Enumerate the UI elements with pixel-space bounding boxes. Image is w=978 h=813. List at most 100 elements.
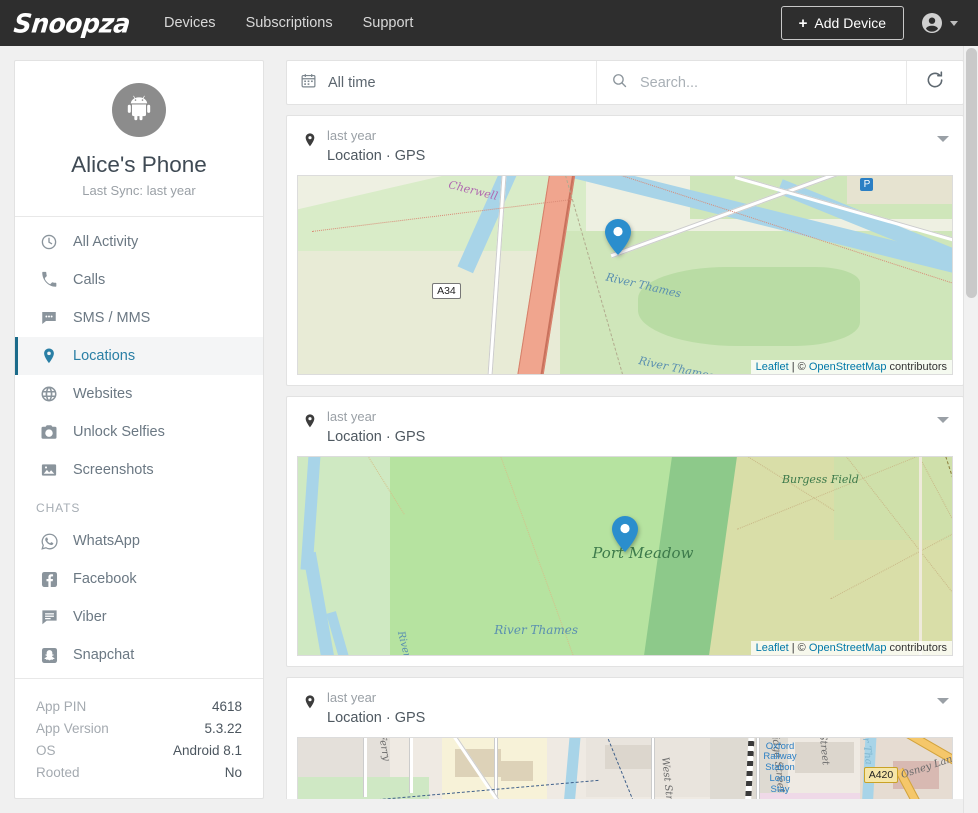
nav-link-subscriptions[interactable]: Subscriptions bbox=[246, 15, 333, 31]
location-source: Location · GPS bbox=[327, 709, 426, 726]
scrollbar-thumb[interactable] bbox=[966, 48, 977, 298]
sidebar-item-viber[interactable]: Viber bbox=[15, 598, 263, 636]
map-attribution: Leaflet | © OpenStreetMap contributors bbox=[750, 640, 952, 655]
road-shield-a34: A34 bbox=[432, 282, 461, 299]
nav-link-support[interactable]: Support bbox=[363, 15, 414, 31]
sidebar-item-facebook[interactable]: Facebook bbox=[15, 560, 263, 598]
globe-icon bbox=[39, 384, 59, 404]
device-info-key: App Version bbox=[36, 720, 109, 736]
location-timestamp: last year bbox=[327, 408, 377, 424]
location-card-text: last year Location · GPS bbox=[321, 408, 937, 448]
chevron-down-icon[interactable] bbox=[937, 136, 949, 142]
sidebar-menu: All Activity Calls SMS / MMS Locations W… bbox=[15, 217, 263, 679]
leaflet-link[interactable]: Leaflet bbox=[756, 642, 789, 654]
sidebar-item-sms-mms[interactable]: SMS / MMS bbox=[15, 299, 263, 337]
android-robot-icon bbox=[125, 94, 153, 127]
location-card-header: last year Location · GPS bbox=[287, 397, 963, 456]
add-device-button[interactable]: + Add Device bbox=[780, 6, 904, 40]
sidebar-item-all-activity[interactable]: All Activity bbox=[15, 223, 263, 261]
location-card: last year Location · GPS bbox=[286, 395, 964, 667]
message-icon bbox=[39, 308, 59, 328]
sidebar-item-label: All Activity bbox=[73, 234, 139, 250]
map-tiles: P Cherwell River Thames River Thames A34 bbox=[298, 175, 952, 374]
sidebar-item-label: WhatsApp bbox=[73, 533, 140, 549]
device-info-panel: App PIN 4618 App Version 5.3.22 OS Andro… bbox=[15, 679, 263, 798]
calendar-icon bbox=[300, 72, 317, 94]
sidebar-item-label: SMS / MMS bbox=[73, 310, 151, 326]
sidebar-item-label: Screenshots bbox=[73, 462, 154, 478]
account-menu[interactable] bbox=[920, 11, 964, 35]
add-device-label: Add Device bbox=[814, 15, 886, 31]
location-source: Location · GPS bbox=[327, 147, 426, 164]
main-nav-links: Devices Subscriptions Support bbox=[164, 15, 413, 31]
parking-marker: P bbox=[860, 177, 874, 191]
nav-link-devices[interactable]: Devices bbox=[164, 15, 216, 31]
chevron-down-icon[interactable] bbox=[937, 416, 949, 423]
map-tiles: Burgess Field Port Meadow River Thames R… bbox=[298, 456, 952, 655]
location-card: last year Location · GPS bbox=[286, 115, 964, 386]
device-info-key: App PIN bbox=[36, 698, 87, 714]
sidebar-item-whatsapp[interactable]: WhatsApp bbox=[15, 522, 263, 560]
road-shield-a420: A420 bbox=[863, 767, 899, 784]
sidebar-item-label: Calls bbox=[73, 272, 106, 288]
avatar bbox=[112, 83, 166, 137]
location-card-text: last year Location · GPS bbox=[321, 689, 937, 729]
whatsapp-icon bbox=[39, 531, 59, 551]
sidebar-section-chats: CHATS bbox=[36, 501, 81, 515]
search-container bbox=[597, 61, 906, 104]
sidebar-item-snapchat[interactable]: Snapchat bbox=[15, 636, 263, 674]
map-view[interactable]: Burgess Field Port Meadow River Thames R… bbox=[297, 455, 953, 656]
osm-link[interactable]: OpenStreetMap bbox=[809, 642, 887, 654]
device-info-row: Rooted No bbox=[36, 761, 242, 783]
date-filter-button[interactable]: All time bbox=[287, 61, 597, 104]
attrib-separator: | bbox=[788, 641, 798, 654]
refresh-button[interactable] bbox=[906, 61, 963, 104]
location-source: Location · GPS bbox=[327, 428, 426, 445]
attrib-suffix: contributors bbox=[886, 360, 947, 373]
map-pin-icon bbox=[39, 346, 59, 366]
refresh-icon bbox=[925, 70, 945, 95]
chevron-down-icon[interactable] bbox=[937, 697, 949, 704]
sidebar-item-label: Facebook bbox=[73, 571, 137, 587]
page-scrollbar[interactable] bbox=[963, 46, 978, 813]
sidebar-item-screenshots[interactable]: Screenshots bbox=[15, 451, 263, 489]
search-icon bbox=[611, 72, 628, 94]
device-info-row: App Version 5.3.22 bbox=[36, 717, 242, 739]
location-marker bbox=[605, 219, 632, 256]
device-info-value: 4618 bbox=[211, 698, 242, 714]
sidebar-item-unlock-selfies[interactable]: Unlock Selfies bbox=[15, 413, 263, 451]
map-view[interactable]: P Cherwell River Thames River Thames A34… bbox=[297, 174, 953, 375]
viber-icon bbox=[39, 607, 59, 627]
location-card: last year Location · GPS bbox=[286, 676, 964, 799]
sidebar-item-label: Snapchat bbox=[73, 647, 135, 663]
page-body: Alice's Phone Last Sync: last year All A… bbox=[0, 46, 978, 813]
attrib-suffix: contributors bbox=[886, 641, 947, 654]
image-icon bbox=[39, 460, 59, 480]
map-view[interactable]: Osney Electric Avenue Hinksey Road Ferry… bbox=[297, 736, 953, 799]
main-content: All time Search... last year Location · … bbox=[286, 60, 964, 799]
attrib-separator: | bbox=[788, 360, 798, 373]
map-pin-icon bbox=[299, 127, 321, 150]
map-attribution: Leaflet | © OpenStreetMap contributors bbox=[750, 359, 952, 374]
leaflet-link[interactable]: Leaflet bbox=[756, 361, 789, 373]
account-circle-icon bbox=[920, 11, 944, 35]
device-last-sync: Last Sync: last year bbox=[82, 183, 196, 198]
search-input[interactable] bbox=[640, 74, 906, 91]
map-tiles: Osney Electric Avenue Hinksey Road Ferry… bbox=[298, 737, 952, 799]
sidebar-item-websites[interactable]: Websites bbox=[15, 375, 263, 413]
date-filter-label: All time bbox=[328, 74, 376, 91]
location-card-header: last year Location · GPS bbox=[287, 116, 963, 175]
location-card-header: last year Location · GPS bbox=[287, 678, 963, 737]
camera-icon bbox=[39, 422, 59, 442]
sidebar-item-label: Unlock Selfies bbox=[73, 424, 165, 440]
device-info-value: Android 8.1 bbox=[172, 742, 242, 758]
osm-link[interactable]: OpenStreetMap bbox=[809, 361, 887, 373]
content-toolbar: All time bbox=[286, 60, 964, 105]
app-logo[interactable]: Snoopza bbox=[12, 8, 131, 38]
chevron-down-icon bbox=[950, 20, 958, 26]
device-info-key: Rooted bbox=[36, 764, 80, 780]
sidebar-item-locations[interactable]: Locations bbox=[15, 337, 263, 375]
device-summary-card: Alice's Phone Last Sync: last year bbox=[15, 61, 263, 217]
sidebar-item-calls[interactable]: Calls bbox=[15, 261, 263, 299]
locations-feed: last year Location · GPS P Cherwell Rive… bbox=[286, 115, 964, 799]
